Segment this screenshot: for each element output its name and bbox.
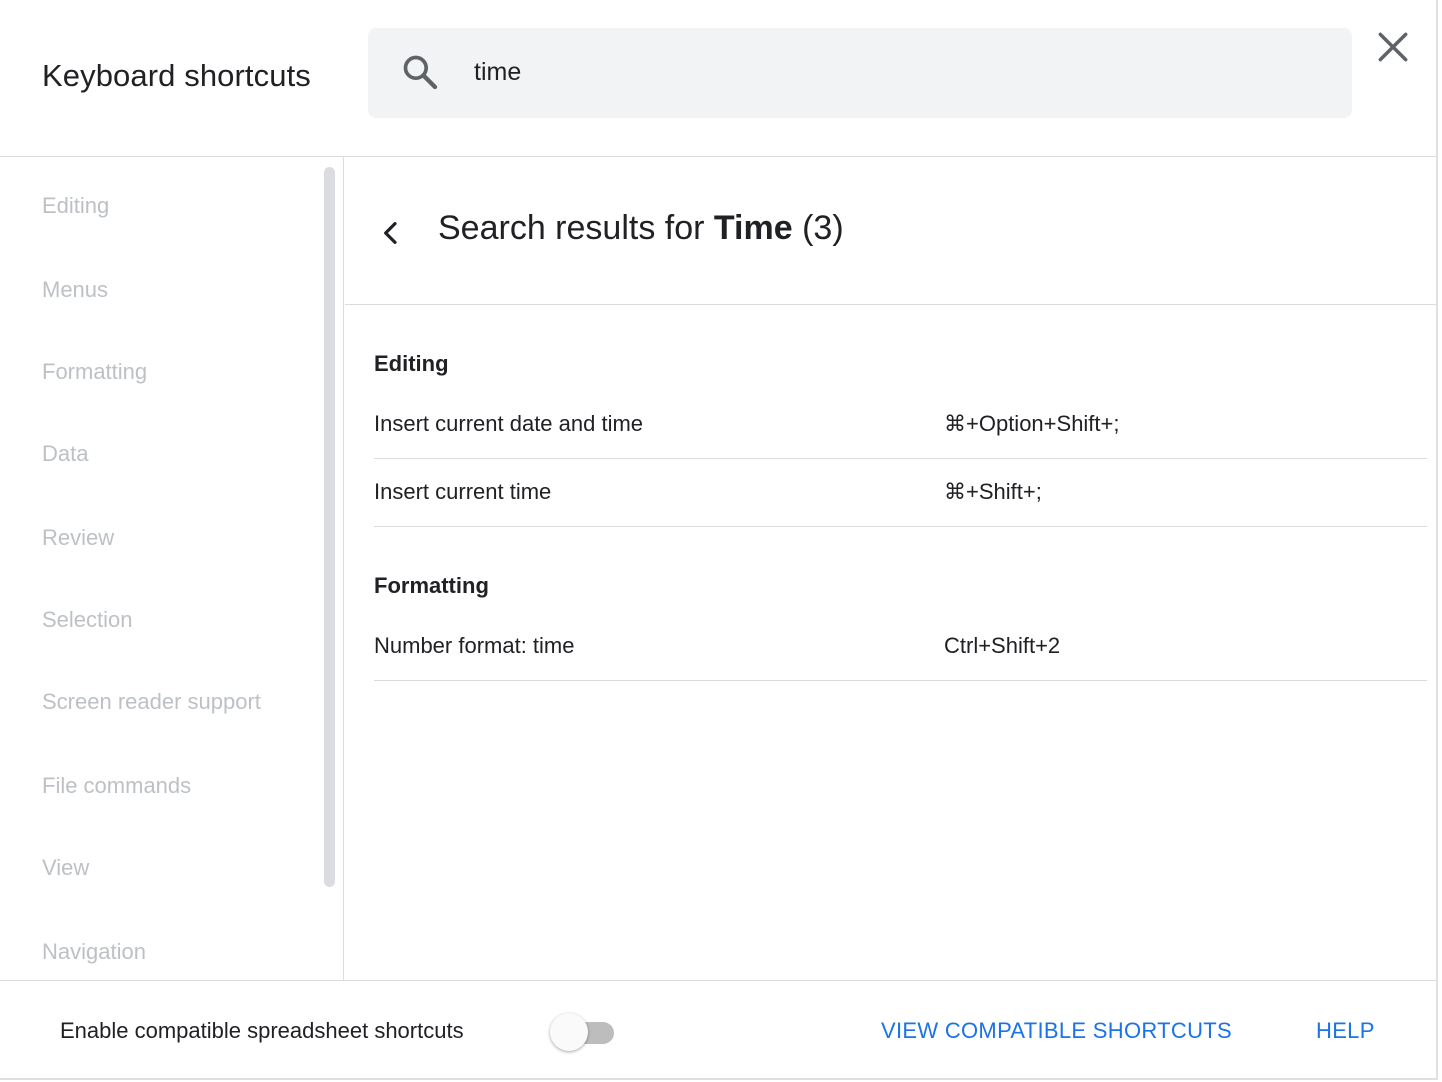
results-header: Search results for Time (3) [345,157,1438,305]
help-link[interactable]: HELP [1316,1018,1375,1044]
sidebar-item-review[interactable]: Review [42,525,114,551]
keyboard-shortcuts-dialog: Keyboard shortcuts Editing Menus Formatt… [0,0,1438,1080]
close-icon[interactable] [1374,28,1412,66]
shortcut-row: Insert current time ⌘+Shift+; [374,459,1427,527]
shortcut-row: Number format: time Ctrl+Shift+2 [374,613,1427,681]
shortcut-keys: ⌘+Shift+; [944,479,1042,504]
section-title-editing: Editing [374,351,449,376]
sidebar-item-navigation[interactable]: Navigation [42,939,146,965]
section-title-formatting: Formatting [374,573,489,598]
sidebar-item-file-commands[interactable]: File commands [42,773,191,799]
sidebar-item-screen-reader-support[interactable]: Screen reader support [42,689,261,715]
dialog-header: Keyboard shortcuts [0,0,1438,157]
shortcut-description: Insert current time [374,479,552,504]
sidebar-item-data[interactable]: Data [42,441,88,467]
search-icon [403,55,438,90]
compatible-shortcuts-toggle[interactable] [550,1011,616,1053]
shortcut-row: Insert current date and time ⌘+Option+Sh… [374,391,1427,459]
results-title-prefix: Search results for [438,209,714,247]
results-count: (3) [802,209,844,247]
results-query: Time [713,209,793,247]
results-panel: Search results for Time (3) Editing Inse… [345,157,1438,980]
toggle-thumb [550,1013,588,1051]
search-input[interactable] [474,50,1314,94]
sidebar-item-editing[interactable]: Editing [42,193,109,219]
compatible-shortcuts-label: Enable compatible spreadsheet shortcuts [60,1018,464,1043]
sidebar: Editing Menus Formatting Data Review Sel… [0,157,344,980]
dialog-footer: Enable compatible spreadsheet shortcuts … [0,980,1438,1078]
results-title: Search results for Time (3) [438,209,844,248]
shortcut-description: Insert current date and time [374,411,644,436]
shortcut-keys: Ctrl+Shift+2 [944,633,1061,658]
sidebar-item-formatting[interactable]: Formatting [42,359,147,385]
view-compatible-shortcuts-link[interactable]: VIEW COMPATIBLE SHORTCUTS [881,1018,1232,1044]
shortcut-description: Number format: time [374,633,575,658]
sidebar-item-view[interactable]: View [42,855,89,881]
sidebar-scrollbar[interactable] [324,167,335,887]
sidebar-item-selection[interactable]: Selection [42,607,133,633]
chevron-left-icon[interactable] [375,217,407,249]
sidebar-item-menus[interactable]: Menus [42,277,108,303]
dialog-title: Keyboard shortcuts [42,58,311,93]
shortcut-keys: ⌘+Option+Shift+; [944,411,1120,436]
